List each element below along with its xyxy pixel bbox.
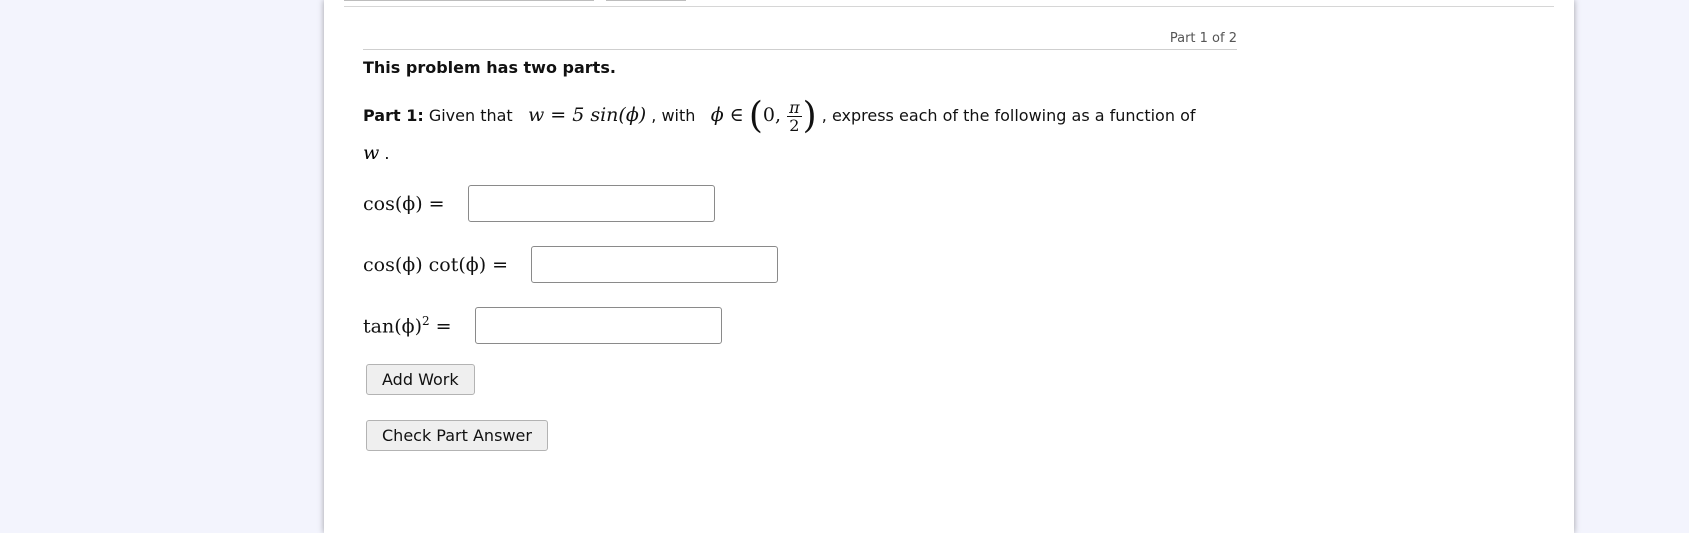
part-label: Part 1:: [363, 106, 424, 125]
with-text: , with: [651, 106, 696, 125]
add-work-button[interactable]: Add Work: [366, 364, 475, 395]
frac-denominator: 2: [789, 116, 800, 135]
frac-numerator: π: [787, 98, 802, 117]
question-label-3-base: tan(ϕ): [363, 315, 422, 338]
problem-page: Part 1 of 2 This problem has two parts. …: [324, 0, 1574, 533]
problem-statement: Part 1: Given that w = 5 sin(ϕ) , with ϕ…: [363, 95, 1243, 137]
top-tab-right[interactable]: [606, 0, 686, 1]
domain-phi: ϕ ∈: [710, 104, 744, 126]
question-row-3: tan(ϕ)2 =: [363, 307, 722, 344]
question-label-3: tan(ϕ)2 =: [363, 314, 452, 337]
pi-over-two: π 2: [787, 99, 802, 134]
question-label-2: cos(ϕ) cot(ϕ) =: [363, 253, 509, 276]
check-part-answer-button[interactable]: Check Part Answer: [366, 420, 548, 451]
question-row-1: cos(ϕ) =: [363, 185, 715, 222]
part-indicator: Part 1 of 2: [1169, 31, 1237, 46]
left-paren: (: [748, 95, 763, 137]
function-variable: w: [363, 142, 380, 164]
problem-intro: This problem has two parts.: [363, 58, 616, 77]
sentence-period: .: [384, 144, 390, 163]
given-text: Given that: [428, 106, 513, 125]
question-label-1: cos(ϕ) =: [363, 192, 445, 215]
part-divider: [363, 49, 1237, 50]
question-label-3-exponent: 2: [421, 313, 430, 328]
answer-input-3[interactable]: [474, 307, 722, 344]
right-paren: ): [802, 95, 817, 137]
answer-input-2[interactable]: [531, 246, 779, 283]
interval-start: 0,: [762, 104, 782, 126]
top-tab-left[interactable]: [344, 0, 594, 1]
answer-input-1[interactable]: [467, 185, 715, 222]
question-label-3-equals: =: [435, 315, 452, 338]
equation-w: w = 5 sin(ϕ): [527, 104, 647, 126]
express-text: , express each of the following as a fun…: [821, 106, 1196, 125]
question-row-2: cos(ϕ) cot(ϕ) =: [363, 246, 779, 283]
top-divider: [344, 6, 1554, 7]
function-variable-line: w .: [363, 142, 389, 164]
